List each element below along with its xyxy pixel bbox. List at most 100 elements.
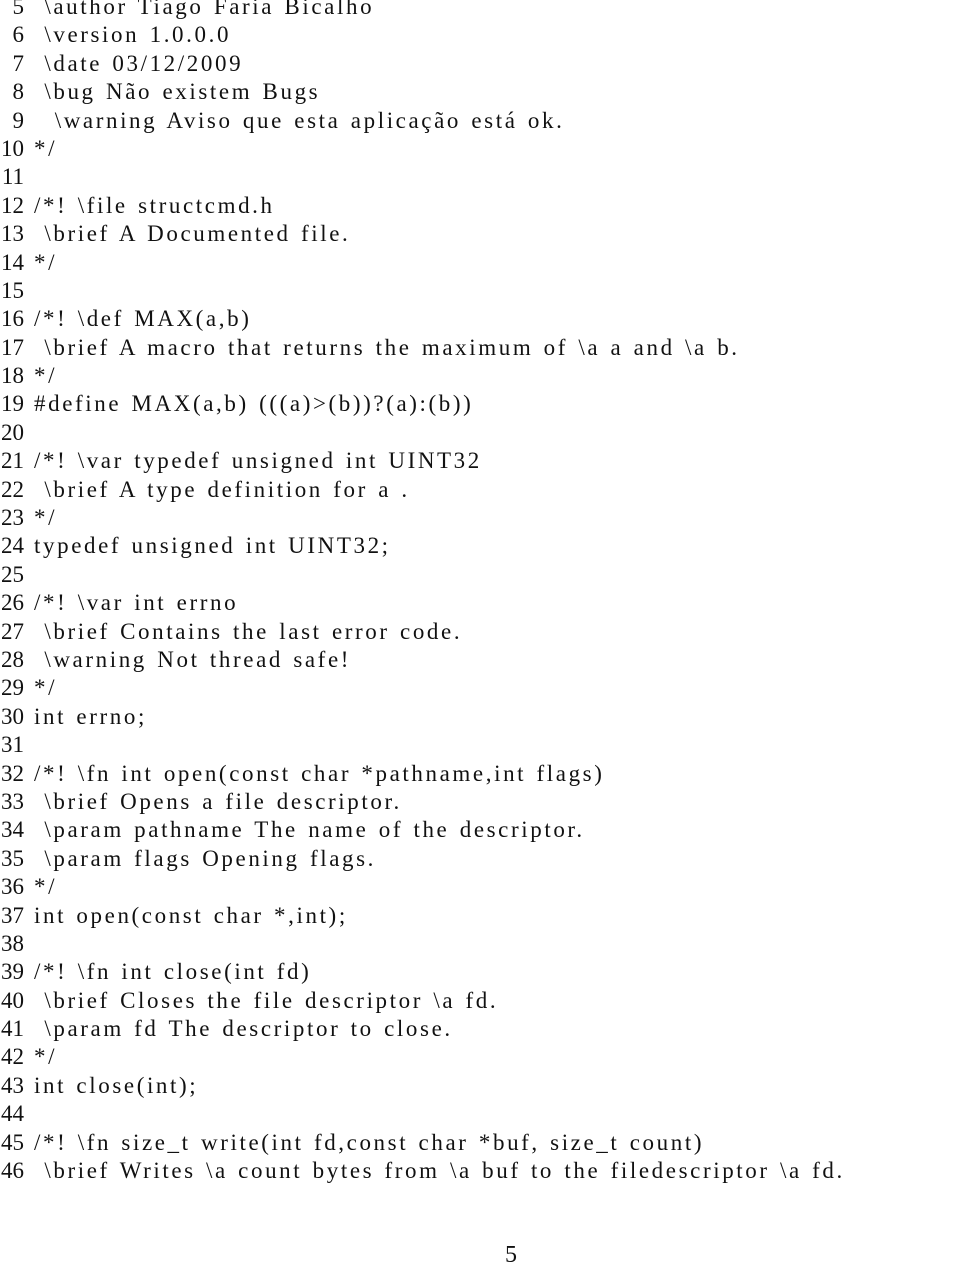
code-line: 36 */ (0, 873, 960, 901)
code-line: 26 /*! \var int errno (0, 589, 960, 617)
code-line: 45 /*! \fn size_t write(int fd,const char… (0, 1129, 960, 1157)
line-number: 29 (1, 675, 24, 701)
line-number: 30 (1, 703, 24, 729)
line-text: \version 1.0.0.0 (34, 22, 232, 48)
line-number: 44 (1, 1101, 24, 1127)
code-listing: 5 \author Tiago Faria Bicalho 6 \version… (0, 0, 960, 1185)
line-number: 32 (1, 760, 24, 786)
line-number: 40 (1, 987, 24, 1013)
line-number: 39 (1, 959, 24, 985)
code-line: 44 (0, 1100, 960, 1128)
line-number: 41 (1, 1016, 24, 1042)
line-number: 8 (12, 79, 25, 105)
code-line: 18 */ (0, 362, 960, 390)
line-number: 26 (1, 590, 24, 616)
line-text: */ (34, 249, 58, 275)
line-text: \author Tiago Faria Bicalho (34, 0, 375, 19)
code-line: 38 (0, 930, 960, 958)
line-number: 22 (1, 476, 24, 502)
line-number: 27 (1, 618, 24, 644)
code-line: 6 \version 1.0.0.0 (0, 21, 960, 49)
line-text: */ (34, 135, 58, 161)
line-text: \param fd The descriptor to close. (34, 1016, 453, 1042)
line-number: 25 (1, 561, 24, 587)
line-text: /*! \var int errno (34, 590, 239, 616)
line-text: \brief Closes the file descriptor \a fd. (34, 987, 499, 1013)
line-text: /*! \fn size_t write(int fd,const char *… (34, 1129, 705, 1155)
code-line: 37 int open(const char *,int); (0, 902, 960, 930)
line-text: /*! \fn int close(int fd) (34, 959, 312, 985)
line-number: 14 (1, 249, 24, 275)
code-line: 17 \brief A macro that returns the maxim… (0, 334, 960, 362)
line-number: 13 (1, 221, 24, 247)
line-text: \param flags Opening flags. (34, 845, 377, 871)
line-number: 7 (12, 50, 25, 76)
line-number: 23 (1, 505, 24, 531)
code-line: 7 \date 03/12/2009 (0, 50, 960, 78)
code-line: 32 /*! \fn int open(const char *pathname,… (0, 760, 960, 788)
code-line: 41 \param fd The descriptor to close. (0, 1015, 960, 1043)
line-number: 38 (1, 930, 24, 956)
code-line: 39 /*! \fn int close(int fd) (0, 958, 960, 986)
code-line: 34 \param pathname The name of the descr… (0, 816, 960, 844)
line-number: 10 (1, 135, 24, 161)
code-line: 25 (0, 561, 960, 589)
line-number: 24 (1, 533, 24, 559)
code-line: 5 \author Tiago Faria Bicalho (0, 0, 960, 21)
line-number: 19 (1, 391, 24, 417)
code-line: 28 \warning Not thread safe! (0, 646, 960, 674)
line-text: /*! \var typedef unsigned int UINT32 (34, 448, 482, 474)
line-text: /*! \file structcmd.h (34, 192, 275, 218)
line-number: 31 (1, 732, 24, 758)
line-number: 20 (1, 419, 24, 445)
line-number: 21 (1, 448, 24, 474)
code-line: 42 */ (0, 1043, 960, 1071)
line-text: */ (34, 1044, 58, 1070)
code-line: 9 \warning Aviso que esta aplicação está… (0, 107, 960, 135)
line-number: 18 (1, 363, 24, 389)
line-text: #define MAX(a,b) (((a)>(b))?(a):(b)) (34, 391, 474, 417)
line-number: 45 (1, 1129, 24, 1155)
line-text: */ (34, 675, 58, 701)
code-line: 16 /*! \def MAX(a,b) (0, 305, 960, 333)
line-number: 16 (1, 306, 24, 332)
code-line: 33 \brief Opens a file descriptor. (0, 788, 960, 816)
code-line: 40 \brief Closes the file descriptor \a … (0, 987, 960, 1015)
line-number: 37 (1, 902, 24, 928)
line-number: 35 (1, 845, 24, 871)
line-text: \brief Opens a file descriptor. (34, 788, 402, 814)
line-number: 33 (1, 788, 24, 814)
line-text: /*! \def MAX(a,b) (34, 306, 252, 332)
code-line: 31 (0, 731, 960, 759)
line-number: 28 (1, 646, 24, 672)
line-text: typedef unsigned int UINT32; (34, 533, 391, 559)
code-line: 19 #define MAX(a,b) (((a)>(b))?(a):(b)) (0, 390, 960, 418)
line-text: \warning Aviso que esta aplicação está o… (34, 107, 565, 133)
code-line: 27 \brief Contains the last error code. (0, 618, 960, 646)
line-text: \brief Writes \a count bytes from \a buf… (34, 1158, 845, 1184)
line-text: /*! \fn int open(const char *pathname,in… (34, 760, 605, 786)
line-text: \bug Não existem Bugs (34, 79, 321, 105)
code-line: 14 */ (0, 249, 960, 277)
code-line: 22 \brief A type definition for a . (0, 476, 960, 504)
line-number: 6 (12, 22, 25, 48)
code-line: 12 /*! \file structcmd.h (0, 192, 960, 220)
line-text: \brief A macro that returns the maximum … (34, 334, 740, 360)
line-text: \warning Not thread safe! (34, 646, 352, 672)
line-text: int close(int); (34, 1072, 199, 1098)
line-number: 15 (1, 277, 24, 303)
code-line: 10 */ (0, 135, 960, 163)
line-number: 11 (1, 164, 24, 190)
code-line: 11 (0, 163, 960, 191)
line-text: */ (34, 505, 58, 531)
line-number: 36 (1, 874, 24, 900)
line-text: int errno; (34, 703, 147, 729)
line-number: 43 (1, 1072, 24, 1098)
code-line: 23 */ (0, 504, 960, 532)
line-number: 9 (12, 107, 25, 133)
code-line: 46 \brief Writes \a count bytes from \a … (0, 1157, 960, 1185)
code-line: 29 */ (0, 674, 960, 702)
code-line: 20 (0, 419, 960, 447)
line-text: */ (34, 363, 58, 389)
code-line: 15 (0, 277, 960, 305)
